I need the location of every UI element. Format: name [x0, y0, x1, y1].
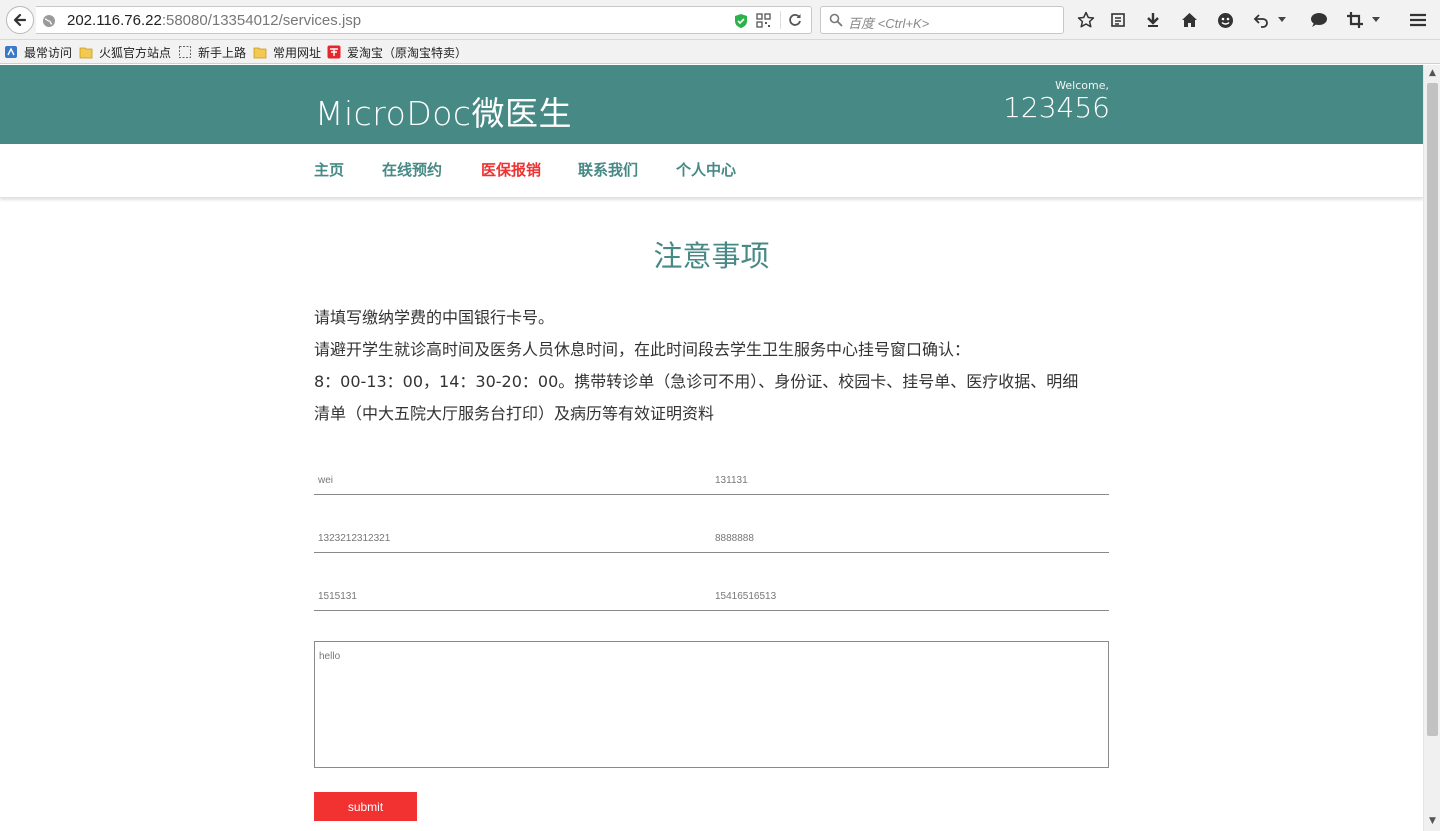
undo-icon[interactable]: [1251, 10, 1271, 30]
submit-button[interactable]: submit: [314, 792, 417, 821]
chevron-down-icon[interactable]: [1276, 10, 1288, 30]
site-header: MicroDoc微医生 Welcome, 123456: [0, 65, 1423, 144]
bookmark-item[interactable]: 常用网址: [253, 43, 321, 61]
bookmark-item[interactable]: 新手上路: [178, 43, 246, 61]
search-bar[interactable]: 百度 <Ctrl+K>: [820, 6, 1064, 34]
globe-icon: [43, 15, 55, 27]
menu-icon[interactable]: [1408, 10, 1428, 30]
taobao-icon: [327, 45, 341, 59]
search-icon: [829, 13, 843, 27]
url-path: :58080/13354012/services.jsp: [161, 12, 362, 29]
notice-text: 请填写缴纳学费的中国银行卡号。 请避开学生就诊高时间及医务人员休息时间，在此时间…: [314, 302, 1110, 430]
crop-icon[interactable]: [1345, 10, 1365, 30]
url-icons: [734, 13, 771, 29]
page-dashed-icon: [179, 46, 191, 58]
notice-line: 请避开学生就诊高时间及医务人员休息时间，在此时间段去学生卫生服务中心挂号窗口确认…: [314, 340, 971, 359]
url-text[interactable]: 202.116.76.22:58080/13354012/services.js…: [67, 12, 361, 29]
page-title: 注意事项: [653, 239, 770, 273]
bookmarks-bar: 最常访问 火狐官方站点 新手上路 常用网址 爱淘宝（原淘宝特卖）: [0, 40, 1440, 64]
form-field-id[interactable]: [711, 525, 1109, 553]
form-field-number[interactable]: [711, 467, 1109, 495]
reading-list-icon[interactable]: [1108, 10, 1128, 30]
chevron-down-icon[interactable]: [1370, 10, 1382, 30]
scroll-thumb[interactable]: [1427, 83, 1438, 736]
back-button[interactable]: [6, 6, 34, 34]
form-field-name[interactable]: [314, 467, 713, 495]
message-textarea[interactable]: hello: [314, 641, 1109, 768]
notice-line: 8：00-13：00，14：30-20：00。携带转诊单（急诊可不用）、身份证、…: [314, 372, 1079, 391]
download-icon[interactable]: [1143, 10, 1163, 30]
bookmark-item[interactable]: 爱淘宝（原淘宝特卖）: [327, 43, 467, 61]
form-field-account[interactable]: [711, 583, 1109, 611]
bookmark-label: 常用网址: [273, 45, 322, 60]
search-placeholder: 百度 <Ctrl+K>: [848, 16, 930, 31]
username[interactable]: 123456: [1003, 91, 1110, 124]
reload-icon[interactable]: [787, 12, 803, 28]
url-separator: [780, 11, 781, 29]
toolbar-icons: [1068, 0, 1440, 40]
form-field-card[interactable]: [314, 583, 713, 611]
smiley-icon[interactable]: [1215, 10, 1235, 30]
form-field-phone[interactable]: [314, 525, 713, 553]
nav-item-reimbursement[interactable]: 医保报销: [481, 159, 541, 180]
bookmark-label: 新手上路: [198, 45, 247, 60]
bookmark-label: 爱淘宝（原淘宝特卖）: [347, 45, 468, 60]
star-icon[interactable]: [1076, 10, 1096, 30]
qr-code-icon[interactable]: [756, 13, 771, 28]
chat-bubble-icon[interactable]: [1309, 10, 1329, 30]
notice-line: 清单（中大五院大厅服务台打印）及病历等有效证明资料: [314, 404, 715, 423]
bookmark-item[interactable]: 火狐官方站点: [79, 43, 171, 61]
home-icon[interactable]: [1179, 10, 1199, 30]
notice-line: 请填写缴纳学费的中国银行卡号。: [314, 308, 555, 327]
bookmark-label: 火狐官方站点: [99, 45, 172, 60]
nav-item-contact[interactable]: 联系我们: [578, 159, 638, 180]
url-host: 202.116.76.22: [67, 12, 162, 29]
site-logo[interactable]: MicroDoc微医生: [315, 87, 572, 135]
nav-item-appointment[interactable]: 在线预约: [382, 159, 442, 180]
nav-item-profile[interactable]: 个人中心: [676, 159, 736, 180]
bookmark-item[interactable]: 最常访问: [4, 43, 72, 61]
bookmark-blue-icon: [5, 46, 17, 58]
scrollbar[interactable]: ▲ ▼: [1423, 65, 1440, 831]
scroll-down-icon[interactable]: ▼: [1428, 817, 1437, 826]
url-bar[interactable]: 202.116.76.22:58080/13354012/services.js…: [36, 6, 812, 34]
nav-item-home[interactable]: 主页: [314, 159, 344, 180]
scroll-up-icon[interactable]: ▲: [1428, 69, 1437, 78]
folder-icon: [253, 47, 267, 59]
main-nav: 主页 在线预约 医保报销 联系我们 个人中心: [0, 144, 1423, 198]
arrow-left-icon: [13, 13, 27, 27]
bookmark-label: 最常访问: [24, 45, 73, 60]
page-viewport: MicroDoc微医生 Welcome, 123456 主页 在线预约 医保报销…: [0, 65, 1423, 831]
shield-check-icon[interactable]: [734, 13, 748, 29]
browser-toolbar: 202.116.76.22:58080/13354012/services.js…: [0, 0, 1440, 40]
folder-icon: [79, 47, 93, 59]
